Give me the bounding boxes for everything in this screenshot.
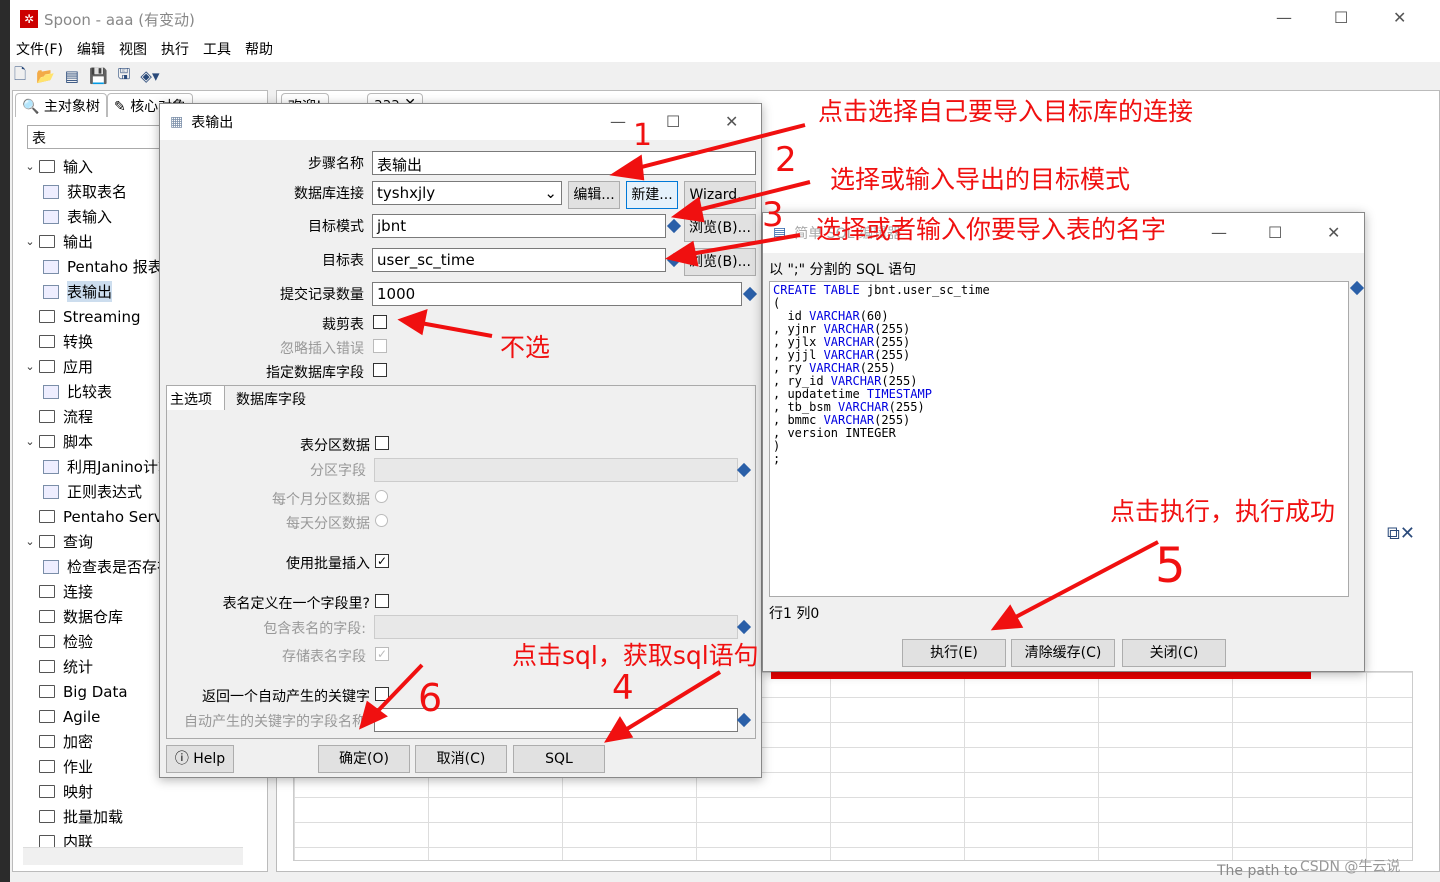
annotation-do-not-select: 不选 [500, 333, 551, 362]
annotation-select-connection: 点击选择自己要导入目标库的连接 [818, 97, 1194, 126]
arrow-head [670, 196, 705, 223]
arrow-head [604, 716, 634, 743]
annotation-click-sql: 点击sql，获取sql语句 [512, 641, 759, 670]
annotation-number: 6 [418, 676, 443, 720]
arrow-head [664, 240, 699, 267]
annotation-number: 2 [775, 140, 797, 180]
arrow-head [609, 154, 645, 181]
annotation-number: 3 [762, 195, 784, 235]
arrow-sql [620, 670, 722, 734]
arrow-4 [414, 320, 493, 338]
annotation-table-name: 选择或者输入你要导入表的名字 [816, 215, 1167, 244]
arrow-2 [689, 180, 811, 214]
watermark: CSDN @牛云说 [1300, 859, 1401, 875]
annotation-number: 5 [1155, 538, 1186, 594]
annotation-target-schema: 选择或输入导出的目标模式 [830, 165, 1131, 194]
arrow-head [990, 604, 1024, 631]
annotation-number: 4 [612, 668, 634, 708]
arrow-5 [1009, 540, 1159, 622]
arrow-3 [684, 233, 801, 257]
annotation-arrows [358, 123, 1159, 743]
arrow-head [397, 308, 428, 336]
annotation-number: 1 [633, 118, 653, 153]
arrow-6 [370, 663, 424, 719]
annotation-execute: 点击执行，执行成功 [1110, 497, 1336, 526]
